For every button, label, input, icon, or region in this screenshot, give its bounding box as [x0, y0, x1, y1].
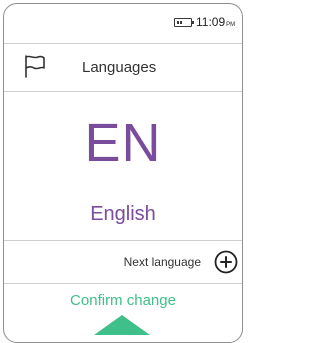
- clock: 11:09PM: [196, 15, 235, 29]
- device-screen: 11:09PM Languages EN English Next langua…: [3, 3, 243, 343]
- up-arrow-icon[interactable]: [94, 311, 150, 337]
- confirm-change-button[interactable]: Confirm change: [4, 292, 242, 309]
- clock-ampm: PM: [226, 22, 236, 28]
- language-name: English: [90, 203, 156, 225]
- header: Languages: [4, 44, 242, 92]
- plus-circle-icon[interactable]: [214, 250, 238, 274]
- status-bar: 11:09PM: [4, 4, 242, 44]
- next-language-label: Next language: [123, 255, 201, 269]
- next-language-button[interactable]: Next language: [4, 240, 242, 284]
- flag-icon: [25, 55, 45, 78]
- battery-icon: [174, 18, 194, 27]
- clock-time: 11:09: [196, 15, 226, 29]
- page-title: Languages: [82, 59, 157, 76]
- language-code: EN: [84, 113, 162, 173]
